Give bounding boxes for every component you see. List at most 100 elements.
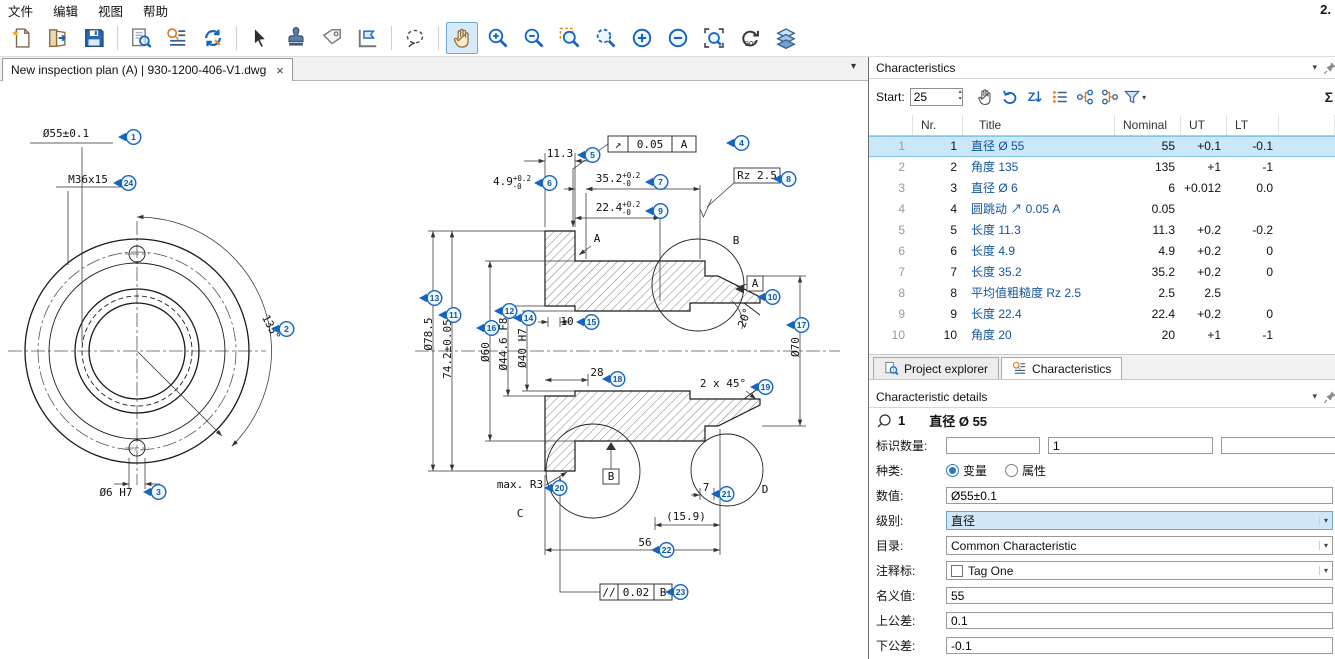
renumber-button[interactable]: Z [1023,85,1047,109]
balloon-21[interactable]: 21 [711,487,734,502]
zoom-out-button[interactable] [518,22,550,54]
radio-variable[interactable] [946,464,959,477]
zoom-in-button[interactable] [482,22,514,54]
tab-project-explorer[interactable]: Project explorer [873,357,999,379]
column-header-ut[interactable]: UT [1181,115,1227,135]
characteristic-row[interactable]: 77长度 35.235.2+0.20 [869,262,1335,283]
qty-input-1[interactable] [946,437,1040,454]
characteristic-row[interactable]: 99长度 22.422.4+0.20 [869,304,1335,325]
menu-help[interactable]: 帮助 [143,5,168,19]
shrink-button[interactable] [662,22,694,54]
restore-button[interactable] [998,85,1022,109]
characteristic-row[interactable]: 88平均值粗糙度 Rz 2.52.52.5 [869,283,1335,304]
list-view-button[interactable] [1048,85,1072,109]
qty-input-3[interactable] [1221,437,1335,454]
chevron-down-icon[interactable]: ▾ [1319,541,1328,550]
select-tool-button[interactable] [244,22,276,54]
characteristic-title[interactable]: 角度 135 [963,157,1115,178]
layers-button[interactable] [770,22,802,54]
balloon-9[interactable]: 9 [645,204,668,219]
tag-tool-button[interactable] [316,22,348,54]
characteristic-title[interactable]: 长度 4.9 [963,241,1115,262]
column-header-nr[interactable]: Nr. [913,115,963,135]
drawing-canvas[interactable]: Ø55±0.1M36x15135°Ø6 H711.34.9+0.2-035.2+… [0,81,868,659]
characteristic-title[interactable]: 长度 35.2 [963,262,1115,283]
lasso-tool-button[interactable] [399,22,431,54]
characteristic-title[interactable]: 圆跳动 ↗ 0.05 A [963,199,1115,220]
balloon-12[interactable]: 12 [494,304,517,319]
zoom-extents-button[interactable] [698,22,730,54]
update-balloons-button[interactable] [197,22,229,54]
balloon-18[interactable]: 18 [602,372,625,387]
balloon-6[interactable]: 6 [534,176,557,191]
characteristic-title[interactable]: 长度 22.4 [963,304,1115,325]
class-select[interactable]: 直径 ▾ [946,511,1333,530]
filter-button[interactable]: ▾ [1123,85,1147,109]
characteristic-title[interactable]: 直径 Ø 55 [963,137,1115,156]
balloon-5[interactable]: 5 [577,148,600,163]
column-header-title[interactable]: Title [963,115,1115,135]
characteristic-title[interactable]: 角度 20 [963,325,1115,346]
tab-list-dropdown-icon[interactable]: ▾ [851,61,856,72]
menu-view[interactable]: 视图 [98,5,123,19]
balloon-1[interactable]: 1 [118,130,141,145]
menu-file[interactable]: 文件 [8,5,33,19]
column-header-nominal[interactable]: Nominal [1115,115,1181,135]
pin-icon[interactable] [1323,61,1335,75]
spinner-icon[interactable]: ▴▾ [959,89,962,103]
unlink-characteristics-button[interactable] [1098,85,1122,109]
link-characteristics-button[interactable] [1073,85,1097,109]
qty-input-2[interactable] [1048,437,1213,454]
balloon-15[interactable]: 15 [576,315,599,330]
characteristic-row[interactable]: 44圆跳动 ↗ 0.05 A0.05 [869,199,1335,220]
find-characteristic-button[interactable] [125,22,157,54]
nominal-input[interactable] [946,587,1333,604]
tab-close-icon[interactable]: × [276,63,284,78]
balloon-7[interactable]: 7 [645,175,668,190]
save-button[interactable] [78,22,110,54]
characteristic-title[interactable]: 平均值粗糙度 Rz 2.5 [963,283,1115,304]
lt-input[interactable] [946,637,1333,654]
radio-attribute[interactable] [1005,464,1018,477]
catalog-select[interactable]: Common Characteristic ▾ [946,536,1333,555]
ut-input[interactable] [946,612,1333,629]
balloon-13[interactable]: 13 [419,291,442,306]
rotate-90-button[interactable]: 90° [734,22,766,54]
column-header-lt[interactable]: LT [1227,115,1279,135]
corner-tool-button[interactable] [352,22,384,54]
sum-icon[interactable]: Σ [1325,89,1333,105]
tag-checkbox[interactable] [951,565,963,577]
open-button[interactable] [42,22,74,54]
document-tab[interactable]: New inspection plan (A) | 930-1200-406-V… [2,58,293,81]
collapse-chevron-icon[interactable]: ▾ [1312,391,1317,402]
zoom-dynamic-button[interactable] [590,22,622,54]
tag-select[interactable]: Tag One ▾ [946,561,1333,580]
characteristic-row[interactable]: 11直径 Ø 5555+0.1-0.1 [869,136,1335,157]
characteristic-row[interactable]: 66长度 4.94.9+0.20 [869,241,1335,262]
characteristic-row[interactable]: 22角度 135135+1-1 [869,157,1335,178]
balloon-17[interactable]: 17 [786,318,809,333]
chevron-down-icon[interactable]: ▾ [1319,516,1328,525]
characteristic-row[interactable]: 55长度 11.311.3+0.2-0.2 [869,220,1335,241]
stamp-tool-button[interactable] [280,22,312,54]
value-input[interactable] [946,487,1333,504]
characteristic-row[interactable]: 33直径 Ø 66+0.0120.0 [869,178,1335,199]
start-number-input[interactable] [910,88,963,106]
pan-tool-button[interactable] [446,22,478,54]
collapse-chevron-icon[interactable]: ▾ [1312,62,1317,73]
characteristic-row[interactable]: 1010角度 2020+1-1 [869,325,1335,346]
balloon-24[interactable]: 24 [113,176,136,191]
characteristic-title[interactable]: 长度 11.3 [963,220,1115,241]
tab-characteristics[interactable]: Characteristics [1001,357,1122,379]
zoom-window-button[interactable] [554,22,586,54]
balloon-4[interactable]: 4 [726,136,749,151]
characteristic-title[interactable]: 直径 Ø 6 [963,178,1115,199]
balloon-list-button[interactable] [161,22,193,54]
pin-icon[interactable] [1323,390,1335,404]
balloon-22[interactable]: 22 [651,543,674,558]
menu-edit[interactable]: 编辑 [53,5,78,19]
balloon-3[interactable]: 3 [143,485,166,500]
chevron-down-icon[interactable]: ▾ [1319,566,1328,575]
new-inspection-plan-button[interactable] [6,22,38,54]
select-characteristics-button[interactable] [973,85,997,109]
